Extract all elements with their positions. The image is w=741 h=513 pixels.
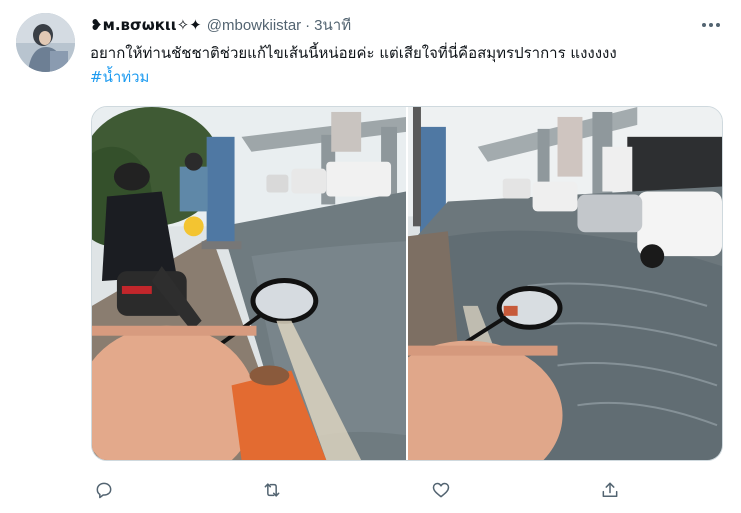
separator-dot: · <box>305 16 311 34</box>
media-grid <box>91 106 723 461</box>
media-photo-left[interactable] <box>92 107 406 460</box>
reply-button[interactable] <box>88 474 120 506</box>
like-icon <box>432 482 450 498</box>
reply-icon <box>96 482 112 499</box>
flooded-street-photo-right <box>408 107 722 460</box>
timestamp[interactable]: 3นาที <box>314 13 351 37</box>
avatar-image <box>16 13 75 72</box>
like-button[interactable] <box>425 474 457 506</box>
tweet-header: ❥м.вσωкιι✧✦ @mbowkiistar · 3นาที <box>90 13 351 37</box>
user-handle[interactable]: @mbowkiistar <box>207 17 301 34</box>
share-button[interactable] <box>594 474 626 506</box>
flooded-street-photo-left <box>92 107 406 460</box>
more-options-button[interactable] <box>696 12 726 38</box>
media-photo-right[interactable] <box>408 107 722 460</box>
tweet-actions <box>88 474 628 506</box>
tweet-text: อยากให้ท่านชัชชาติช่วยแก้ไขเส้นนี้หน่อยค… <box>90 44 617 62</box>
display-name[interactable]: ❥м.вσωкιι✧✦ <box>90 16 202 34</box>
retweet-icon <box>264 483 280 497</box>
hashtag-link[interactable]: #น้ำท่วม <box>90 65 149 89</box>
share-icon <box>602 482 618 497</box>
more-horizontal-icon <box>702 23 720 27</box>
tweet-card[interactable]: ❥м.вσωкιι✧✦ @mbowkiistar · 3นาที อยากให้… <box>0 0 741 513</box>
retweet-button[interactable] <box>256 474 288 506</box>
avatar[interactable] <box>16 13 75 72</box>
